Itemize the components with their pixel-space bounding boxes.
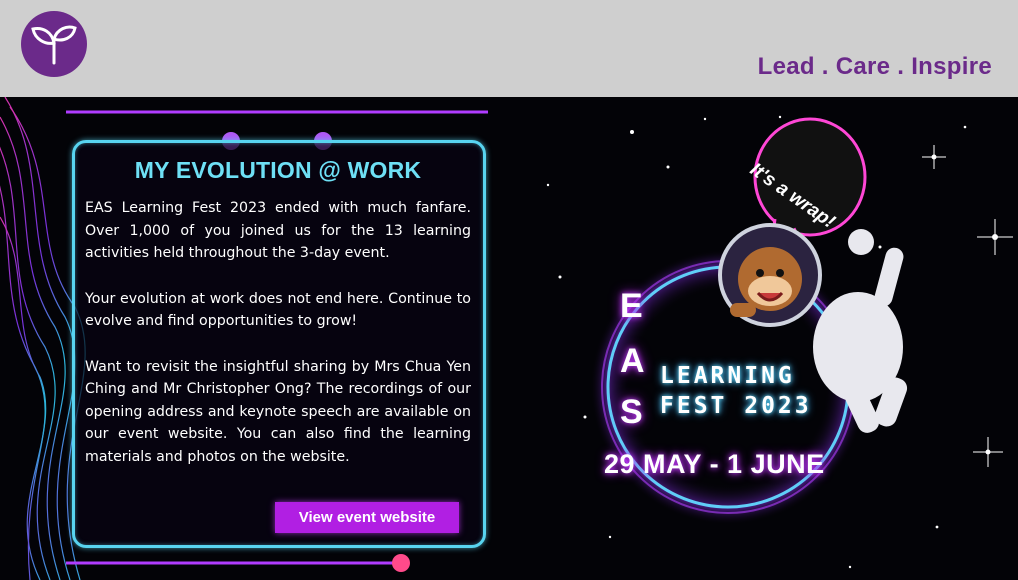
card-title: MY EVOLUTION @ WORK [134,157,422,183]
event-banner: MY EVOLUTION @ WORK EAS Learning Fest 20… [0,97,1018,580]
header-bar: Lead . Care . Inspire [0,0,1018,97]
card-paragraph: Your evolution at work does not end here… [85,290,471,330]
eas-letter: A [620,342,645,380]
card-paragraph: Want to revisit the insightful sharing b… [85,358,471,465]
card-paragraph: EAS Learning Fest 2023 ended with much f… [85,200,471,261]
eas-letter: S [620,393,643,431]
dot-decoration [392,554,410,572]
learning-word: LEARNING [660,363,795,389]
logo[interactable] [21,11,87,77]
sprout-icon [31,25,77,65]
eas-letter: E [620,287,643,325]
card-body: EAS Learning Fest 2023 ended with much f… [85,197,471,491]
fest-year: FEST 2023 [660,393,812,419]
tagline: Lead . Care . Inspire [757,53,992,80]
star-sparkle-decoration [922,145,1013,467]
view-event-website-button[interactable]: View event website [275,502,459,533]
event-dates: 29 MAY - 1 JUNE [604,449,825,479]
